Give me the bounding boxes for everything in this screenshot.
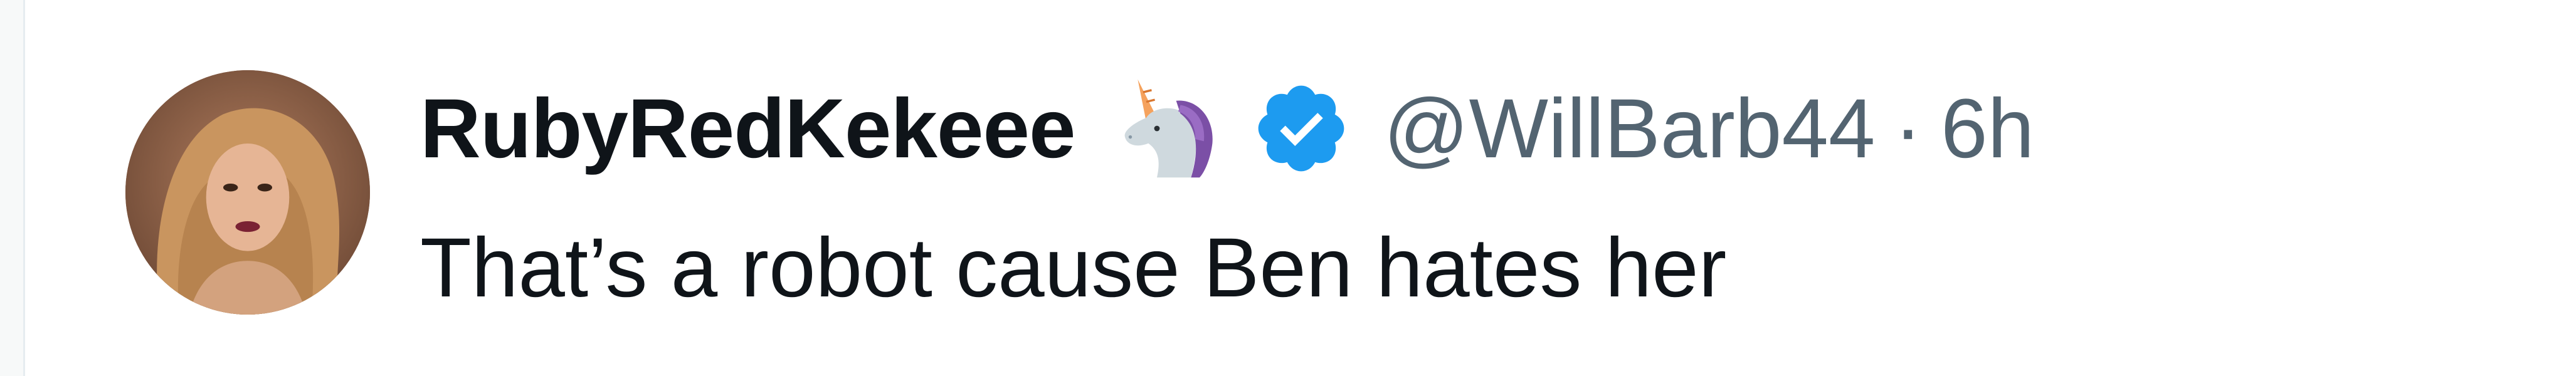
separator-dot: · [1894,81,1923,175]
display-name[interactable]: RubyRedKekeee [420,81,1076,177]
timeline-left-border [0,0,25,376]
timestamp[interactable]: 6h [1941,81,2034,177]
verified-badge-icon[interactable] [1251,78,1351,179]
unicorn-icon [1114,75,1221,182]
tweet-reply[interactable]: RubyRedKekeee @WillBarb44 · 6h That’s a … [25,0,2576,376]
avatar[interactable] [125,70,370,315]
tweet-header: RubyRedKekeee @WillBarb44 · 6h [420,69,2034,188]
tweet-text: That’s a robot cause Ben hates her [420,221,1727,315]
user-handle[interactable]: @WillBarb44 [1384,81,1876,177]
tweet-screenshot: RubyRedKekeee @WillBarb44 · 6h That’s a … [0,0,2576,376]
